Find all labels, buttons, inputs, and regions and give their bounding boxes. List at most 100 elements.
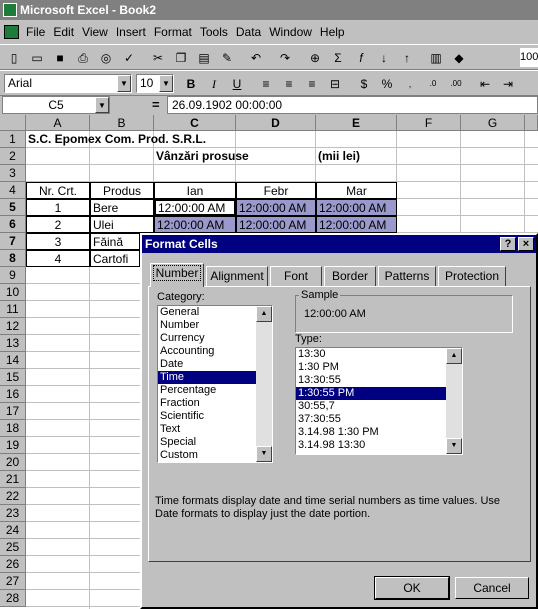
column-header-e[interactable]: E [316, 115, 397, 131]
redo-icon[interactable]: ↷ [275, 48, 295, 68]
font-size-select[interactable]: 10 ▼ [136, 74, 174, 93]
name-box[interactable]: C5 ▼ [2, 96, 110, 114]
column-header-g[interactable]: G [461, 115, 525, 131]
tab-protection[interactable]: Protection [438, 266, 506, 286]
chart-wizard-icon[interactable]: ▥ [426, 48, 446, 68]
menu-tools[interactable]: Tools [196, 22, 232, 42]
undo-icon[interactable]: ↶ [246, 48, 266, 68]
row-header-9[interactable]: 9 [0, 267, 26, 284]
increase-decimal-icon[interactable]: .0 [423, 74, 443, 94]
type-item[interactable]: 37:30:55 [296, 413, 446, 426]
cell-a8[interactable]: 4 [26, 250, 90, 267]
ok-button[interactable]: OK [374, 576, 450, 600]
type-item[interactable]: 13:30:55 [296, 374, 446, 387]
row-header-14[interactable]: 14 [0, 352, 26, 369]
tab-number[interactable]: Number [150, 263, 204, 287]
chevron-down-icon[interactable]: ▼ [117, 75, 131, 92]
scroll-up-icon[interactable]: ▲ [256, 306, 272, 322]
column-header-c[interactable]: C [154, 115, 236, 131]
cell-e6[interactable]: 12:00:00 AM [316, 216, 397, 233]
chevron-down-icon[interactable]: ▼ [95, 97, 109, 113]
cancel-button[interactable]: Cancel [455, 577, 529, 599]
type-item[interactable]: 13:30 [296, 348, 446, 361]
font-name-select[interactable]: Arial ▼ [4, 74, 132, 93]
cell-b5[interactable]: Bere [90, 199, 154, 216]
type-item[interactable]: 3.14.98 13:30 [296, 439, 446, 452]
tab-border[interactable]: Border [324, 266, 376, 286]
row-header-13[interactable]: 13 [0, 335, 26, 352]
category-item[interactable]: General [158, 306, 256, 319]
help-button[interactable]: ? [500, 237, 516, 251]
cell-a5[interactable]: 1 [26, 199, 90, 216]
close-button[interactable]: × [518, 237, 534, 251]
row-header-5[interactable]: 5 [0, 199, 26, 216]
scroll-up-icon[interactable]: ▲ [446, 348, 462, 364]
map-icon[interactable]: ◆ [449, 48, 469, 68]
menu-view[interactable]: View [78, 22, 112, 42]
format-painter-icon[interactable]: ✎ [217, 48, 237, 68]
print-icon[interactable]: ⎙ [73, 48, 93, 68]
merge-center-icon[interactable]: ⊟ [325, 74, 345, 94]
scroll-down-icon[interactable]: ▼ [256, 446, 272, 462]
row-header-23[interactable]: 23 [0, 505, 26, 522]
scroll-down-icon[interactable]: ▼ [446, 438, 462, 454]
row-header-1[interactable]: 1 [0, 131, 26, 148]
bold-button[interactable]: B [181, 74, 201, 94]
print-preview-icon[interactable]: ◎ [96, 48, 116, 68]
row-header-26[interactable]: 26 [0, 556, 26, 573]
cell-c4[interactable]: Ian [154, 182, 236, 199]
category-item[interactable]: Currency [158, 332, 256, 345]
cell-a4[interactable]: Nr. Crt. [26, 182, 90, 199]
row-header-10[interactable]: 10 [0, 284, 26, 301]
align-left-icon[interactable]: ≡ [256, 74, 276, 94]
column-header-a[interactable]: A [26, 115, 90, 131]
row-header-4[interactable]: 4 [0, 182, 26, 199]
column-header-f[interactable]: F [397, 115, 461, 131]
column-header-d[interactable]: D [236, 115, 316, 131]
percent-icon[interactable]: % [377, 74, 397, 94]
cell-c2[interactable]: Vânzări prosuse [154, 148, 314, 165]
menu-data[interactable]: Data [232, 22, 265, 42]
row-header-20[interactable]: 20 [0, 454, 26, 471]
italic-button[interactable]: I [204, 74, 224, 94]
sort-descending-icon[interactable]: ↑ [397, 48, 417, 68]
row-header-21[interactable]: 21 [0, 471, 26, 488]
row-header-25[interactable]: 25 [0, 539, 26, 556]
zoom-box[interactable]: 100 [520, 48, 538, 67]
formula-input[interactable]: 26.09.1902 00:00:00 [167, 96, 538, 114]
category-item[interactable]: Special [158, 436, 256, 449]
spelling-icon[interactable]: ✓ [119, 48, 139, 68]
row-header-22[interactable]: 22 [0, 488, 26, 505]
new-icon[interactable]: ▯ [4, 48, 24, 68]
row-header-17[interactable]: 17 [0, 403, 26, 420]
category-item[interactable]: Custom [158, 449, 256, 462]
formula-equals[interactable]: = [152, 96, 160, 114]
decrease-indent-icon[interactable]: ⇤ [475, 74, 495, 94]
type-list[interactable]: 13:30 1:30 PM 13:30:55 1:30:55 PM 30:55,7 37:… [295, 347, 463, 455]
row-header-24[interactable]: 24 [0, 522, 26, 539]
row-header-19[interactable]: 19 [0, 437, 26, 454]
category-scrollbar[interactable]: ▲ ▼ [256, 306, 272, 462]
row-header-28[interactable]: 28 [0, 590, 26, 607]
menu-window[interactable]: Window [265, 22, 316, 42]
category-item[interactable]: Time [158, 371, 256, 384]
category-item[interactable]: Text [158, 423, 256, 436]
cell-d4[interactable]: Febr [236, 182, 316, 199]
menu-help[interactable]: Help [316, 22, 349, 42]
row-header-7[interactable]: 7 [0, 233, 26, 250]
category-list[interactable]: General Number Currency Accounting Date Time P… [157, 305, 273, 463]
hyperlink-icon[interactable]: ⊕ [305, 48, 325, 68]
cell-a6[interactable]: 2 [26, 216, 90, 233]
cell-a1[interactable]: S.C. Epomex Com. Prod. S.R.L. [26, 131, 326, 148]
tab-alignment[interactable]: Alignment [206, 266, 268, 286]
paste-icon[interactable]: ▤ [194, 48, 214, 68]
menu-edit[interactable]: Edit [49, 22, 78, 42]
align-center-icon[interactable]: ≡ [279, 74, 299, 94]
row-header-27[interactable]: 27 [0, 573, 26, 590]
type-item[interactable]: 1:30 PM [296, 361, 446, 374]
cell-e5[interactable]: 12:00:00 AM [316, 199, 397, 216]
select-all-corner[interactable] [0, 115, 26, 131]
tab-patterns[interactable]: Patterns [378, 266, 436, 286]
comma-style-icon[interactable]: , [400, 74, 420, 94]
row-header-6[interactable]: 6 [0, 216, 26, 233]
